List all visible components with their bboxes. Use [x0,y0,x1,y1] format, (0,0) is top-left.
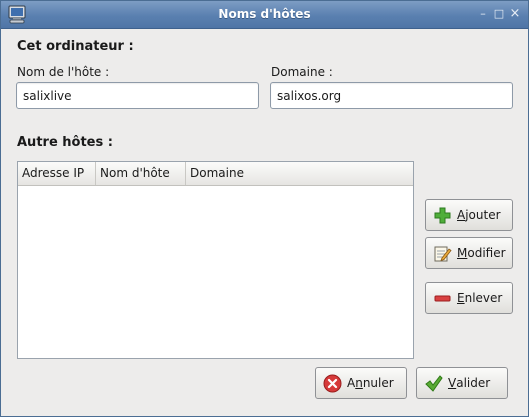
window-title: Noms d'hôtes [218,7,311,21]
hostname-input[interactable] [16,82,259,109]
maximize-icon[interactable]: □ [491,6,507,22]
column-ip-address[interactable]: Adresse IP [18,162,96,185]
add-label: jouter [465,208,501,222]
ok-label-mnemonic: V [448,376,457,390]
cancel-button[interactable]: An nuler [315,367,407,399]
cancel-label: nuler [362,376,394,390]
remove-label-mnemonic: E [457,291,465,305]
title-bar[interactable]: Noms d'hôtes – □ × [1,1,528,29]
domain-label: Domaine : [271,65,333,79]
hosts-table[interactable]: Adresse IP Nom d'hôte Domaine [17,161,414,359]
close-icon[interactable]: × [507,6,523,22]
modify-label-mnemonic: M [457,246,468,260]
other-hosts-heading: Autre hôtes : [17,135,113,150]
table-header: Adresse IP Nom d'hôte Domaine [18,162,413,186]
this-computer-heading: Cet ordinateur : [17,39,134,54]
red-minus-icon [434,295,451,301]
modify-button[interactable]: Modifier [425,237,513,269]
hostname-label: Nom de l'hôte : [17,65,110,79]
cancel-x-icon [323,374,342,392]
minimize-icon[interactable]: – [475,6,491,22]
add-label-mnemonic: A [457,208,466,222]
checkmark-icon [425,374,443,392]
remove-button[interactable]: Enlever [425,282,513,314]
green-plus-icon [434,207,451,223]
remove-label: nlever [464,291,503,305]
cancel-label-pre: A [347,376,356,390]
add-button[interactable]: Ajouter [425,199,513,231]
cancel-label-mnemonic: n [355,376,363,390]
ok-label: alider [456,376,491,390]
table-body[interactable] [18,186,413,358]
column-hostname[interactable]: Nom d'hôte [96,162,186,185]
hostnames-dialog: Noms d'hôtes – □ × Cet ordinateur : Nom … [0,0,529,417]
domain-input[interactable] [270,82,513,109]
edit-notepad-icon [434,246,452,261]
column-domain[interactable]: Domaine [186,162,413,185]
modify-label: odifier [467,246,506,260]
ok-button[interactable]: Valider [416,367,508,399]
